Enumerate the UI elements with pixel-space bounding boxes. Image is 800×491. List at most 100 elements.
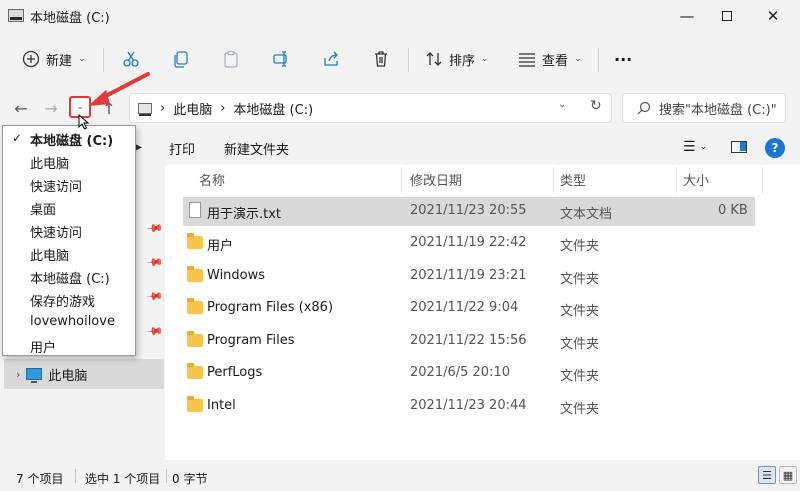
new-button[interactable]: 新建 ⌄ <box>22 44 86 74</box>
details-view-icon[interactable]: ☰ <box>758 466 776 484</box>
file-row[interactable]: 用于演示.txt 2021/11/23 20:55 文本文档 0 KB <box>183 197 755 226</box>
menu-item[interactable]: 用户 <box>30 337 56 356</box>
rename-button[interactable] <box>272 44 290 74</box>
secondary-command-row: ▸ 打印 新建文件夹 ☰ ⌄ <box>135 132 800 162</box>
folder-name: PerfLogs <box>207 365 263 380</box>
folder-name: Windows <box>207 268 266 283</box>
column-header-name[interactable]: 名称 <box>199 165 225 193</box>
recent-locations-menu: ✓ 本地磁盘 (C:) 此电脑 快速访问 桌面 快速访问 此电脑 本地磁盘 (C… <box>2 125 136 356</box>
forward-arrow-icon[interactable]: → <box>38 94 64 122</box>
sort-icon <box>426 52 442 66</box>
menu-item[interactable]: 此电脑 <box>30 153 69 172</box>
folder-date: 2021/6/5 20:10 <box>410 365 510 380</box>
close-button[interactable]: ✕ <box>750 0 796 32</box>
pin-icon: 📌 <box>145 253 165 272</box>
folder-date: 2021/11/22 15:56 <box>410 333 527 348</box>
folder-row[interactable]: Program Files (x86) 2021/11/22 9:04 文件夹 <box>183 294 755 323</box>
view-button[interactable]: 查看 ⌄ <box>518 44 582 74</box>
sidebar-item-label: 此电脑 <box>48 368 88 384</box>
selected-size: 0 字节 <box>172 472 208 486</box>
column-divider[interactable] <box>676 167 677 193</box>
folder-row[interactable]: Program Files 2021/11/22 15:56 文件夹 <box>183 327 755 356</box>
menu-item[interactable]: 保存的游戏 <box>30 291 95 310</box>
title-bar: 本地磁盘 (C:) — ✕ <box>0 0 800 32</box>
monitor-icon <box>26 368 43 383</box>
column-header-size[interactable]: 大小 <box>683 165 709 193</box>
menu-item[interactable]: 此电脑 <box>30 245 69 264</box>
back-arrow-icon[interactable]: ← <box>8 94 34 122</box>
divider <box>598 48 599 72</box>
window-title: 本地磁盘 (C:) <box>30 11 110 26</box>
sort-button[interactable]: 排序 ⌄ <box>425 44 489 74</box>
mouse-cursor-icon <box>78 114 90 130</box>
status-bar: 7 个项目 选中 1 个项目 0 字节 ☰ ▦ <box>0 460 800 491</box>
file-list: 名称 修改日期 类型 大小 用于演示.txt 2021/11/23 20:55 … <box>165 165 800 460</box>
divider <box>408 48 409 72</box>
file-type: 文本文档 <box>560 207 613 222</box>
folder-row[interactable]: 用户 2021/11/19 22:42 文件夹 <box>183 229 755 258</box>
file-name: 用于演示.txt <box>207 207 282 222</box>
folder-name: Intel <box>207 398 236 413</box>
folder-date: 2021/11/19 23:21 <box>410 268 527 283</box>
paste-button[interactable] <box>222 44 240 74</box>
folder-date: 2021/11/22 9:04 <box>410 300 519 315</box>
new-folder-button[interactable]: 新建文件夹 <box>224 139 289 158</box>
folder-name: 用户 <box>207 239 234 254</box>
copy-button[interactable] <box>172 44 190 74</box>
layout-options-button[interactable]: ☰ ⌄ <box>683 136 707 158</box>
column-header-date[interactable]: 修改日期 <box>410 165 462 193</box>
file-size: 0 KB <box>718 203 748 218</box>
menu-item[interactable]: lovewhoilove <box>30 314 115 329</box>
chevron-down-icon: ⌄ <box>78 54 86 64</box>
maximize-button[interactable] <box>704 0 750 32</box>
column-divider[interactable] <box>401 167 402 193</box>
list-icon: ☰ <box>683 139 696 155</box>
tiles-view-icon[interactable]: ▦ <box>779 466 797 484</box>
refresh-icon[interactable]: ↻ <box>590 98 602 114</box>
column-header-type[interactable]: 类型 <box>560 165 586 193</box>
search-box[interactable]: 搜索"本地磁盘 (C:)" <box>622 93 786 123</box>
breadcrumb-sep: › <box>160 100 166 116</box>
search-icon <box>637 101 651 115</box>
search-placeholder: 搜索"本地磁盘 (C:)" <box>659 102 777 118</box>
delete-button[interactable] <box>372 44 390 74</box>
sidebar-item-this-pc[interactable]: › 此电脑 <box>4 359 164 389</box>
more-button[interactable]: ··· <box>614 44 632 74</box>
help-icon[interactable]: ? <box>765 138 785 158</box>
folder-row[interactable]: Intel 2021/11/23 20:44 文件夹 <box>183 392 755 421</box>
chevron-right-icon[interactable]: › <box>16 368 20 381</box>
pin-icon: 📌 <box>145 322 165 341</box>
chevron-right-icon: ▸ <box>135 139 143 155</box>
menu-item[interactable]: 桌面 <box>30 199 56 218</box>
folder-icon <box>187 233 203 249</box>
menu-item[interactable]: 快速访问 <box>30 176 82 195</box>
folder-row[interactable]: Windows 2021/11/19 23:21 文件夹 <box>183 262 755 291</box>
folder-icon <box>187 363 203 379</box>
share-button[interactable] <box>322 44 340 74</box>
breadcrumb-drive[interactable]: 本地磁盘 (C:) <box>233 99 313 118</box>
plus-circle-icon <box>22 50 40 68</box>
menu-item[interactable]: 本地磁盘 (C:) <box>30 130 113 149</box>
divider <box>166 469 167 483</box>
chevron-down-icon[interactable]: ⌄ <box>558 99 566 110</box>
preview-pane-button[interactable] <box>731 136 747 158</box>
new-label: 新建 <box>46 53 73 69</box>
folder-name: Program Files (x86) <box>207 300 334 315</box>
folder-type: 文件夹 <box>560 369 600 384</box>
column-divider[interactable] <box>762 167 763 193</box>
checkmark-icon: ✓ <box>12 131 23 145</box>
folder-icon <box>187 266 203 282</box>
folder-row[interactable]: PerfLogs 2021/6/5 20:10 文件夹 <box>183 359 755 388</box>
print-button[interactable]: 打印 <box>169 139 195 158</box>
chevron-down-icon: ⌄ <box>699 142 708 152</box>
share-icon <box>324 51 338 66</box>
rename-icon <box>273 51 287 67</box>
breadcrumb-this-pc[interactable]: 此电脑 <box>173 99 212 118</box>
folder-type: 文件夹 <box>560 239 600 254</box>
menu-item[interactable]: 快速访问 <box>30 222 82 241</box>
menu-item[interactable]: 本地磁盘 (C:) <box>30 268 110 287</box>
column-divider[interactable] <box>553 167 554 193</box>
chevron-down-icon: ⌄ <box>481 54 489 64</box>
address-bar[interactable]: › 此电脑 › 本地磁盘 (C:) ⌄ ↻ <box>129 93 612 123</box>
folder-date: 2021/11/19 22:42 <box>410 235 527 250</box>
